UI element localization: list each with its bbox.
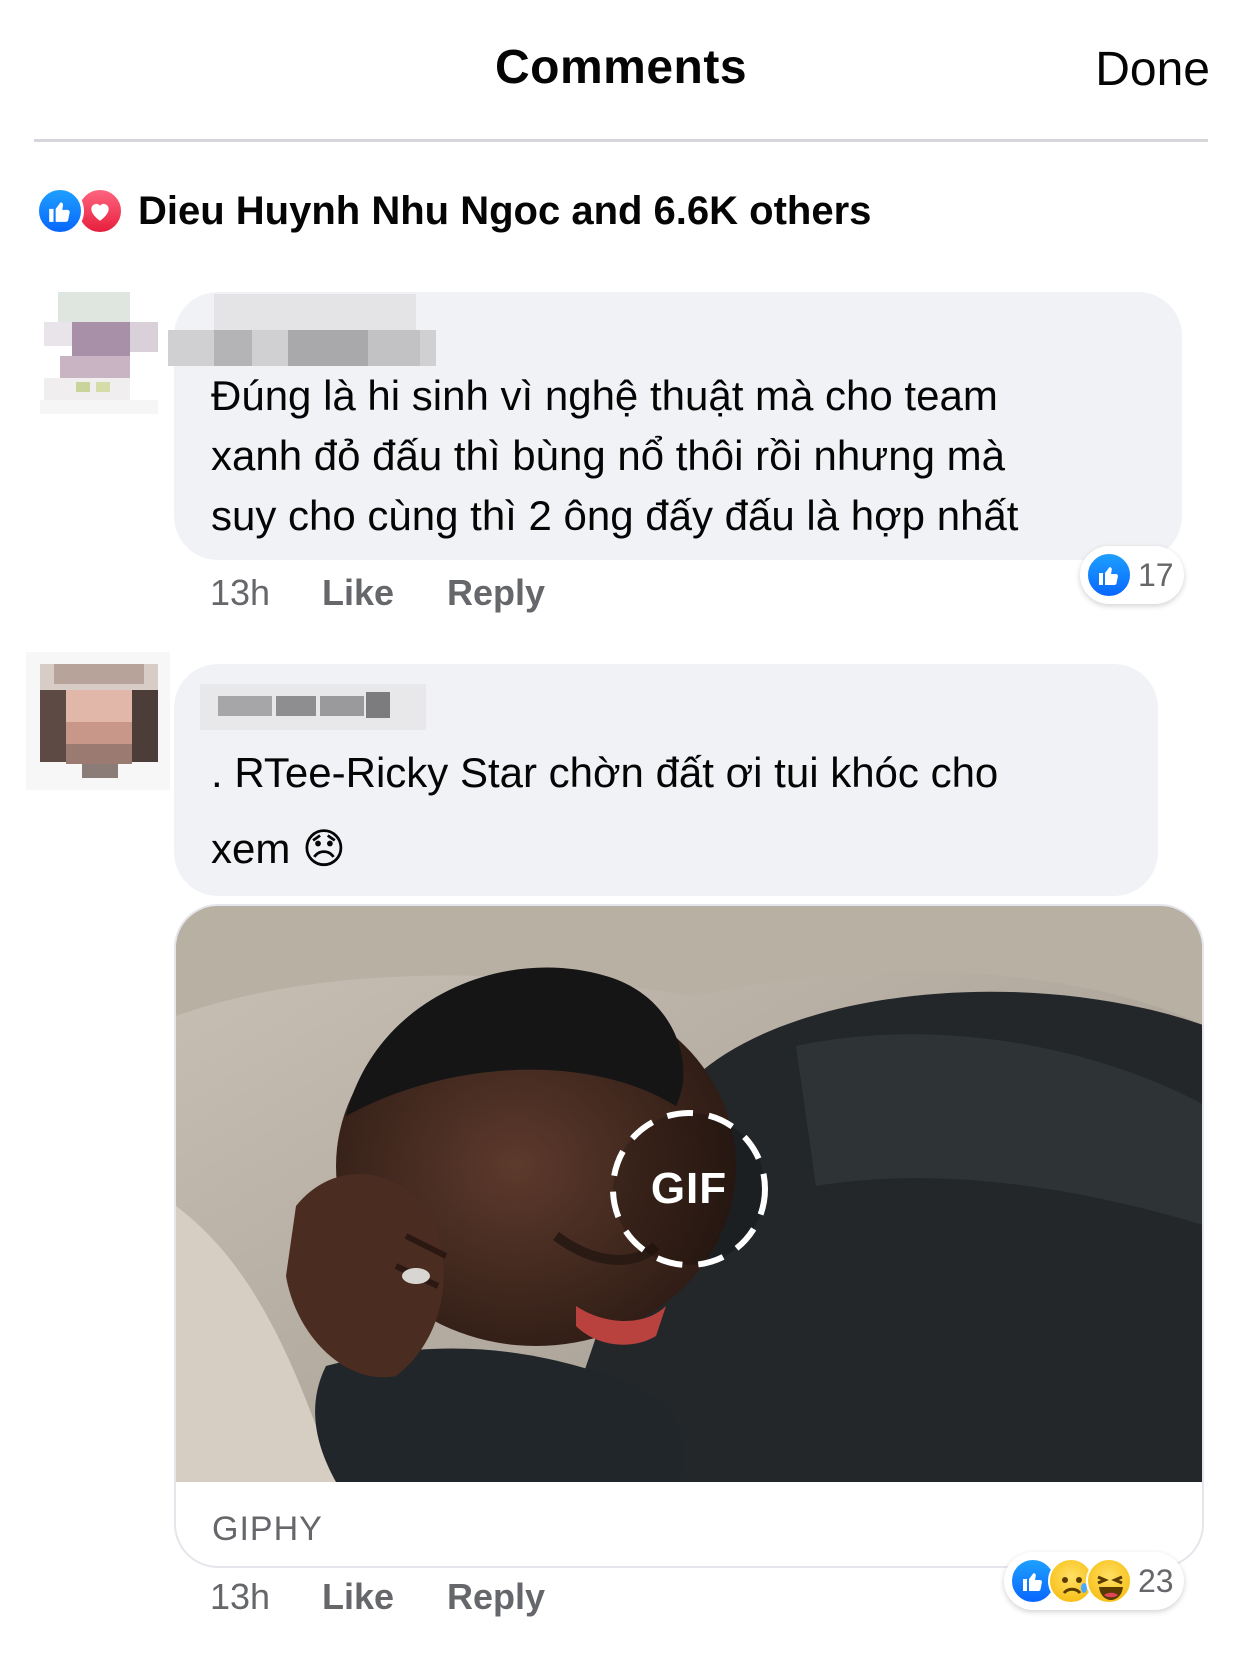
comment-actions: 13h Like Reply xyxy=(210,572,545,614)
comment-text: Đúng là hi sinh vì nghệ thuật mà cho tea… xyxy=(211,366,1171,546)
reply-button[interactable]: Reply xyxy=(447,1576,545,1618)
comment-time: 13h xyxy=(210,572,271,613)
reactions-summary[interactable]: Dieu Huynh Nhu Ngoc and 6.6K others xyxy=(36,186,871,236)
commenter-name[interactable] xyxy=(200,682,426,739)
like-icon xyxy=(1086,552,1132,598)
done-button[interactable]: Done xyxy=(1095,42,1210,97)
reaction-count[interactable]: 23 xyxy=(1004,1552,1184,1610)
comment-line: xem 😞 xyxy=(211,825,346,872)
reply-button[interactable]: Reply xyxy=(447,572,545,614)
comment-line: . RTee-Ricky Star chờn đất ơi tui khóc c… xyxy=(211,749,999,796)
avatar[interactable] xyxy=(26,652,170,790)
page-title: Comments xyxy=(494,41,748,94)
reactions-summary-text: Dieu Huynh Nhu Ngoc and 6.6K others xyxy=(138,188,872,233)
gif-source[interactable]: GIPHY xyxy=(212,1510,323,1549)
like-button[interactable]: Like xyxy=(322,572,447,614)
reaction-count[interactable]: 17 xyxy=(1080,546,1184,604)
comment-time: 13h xyxy=(210,1576,271,1617)
comment-actions: 13h Like Reply xyxy=(210,1576,545,1618)
comment-line: xanh đỏ đấu thì bùng nổ thôi rồi nhưng m… xyxy=(211,432,1006,479)
header-divider xyxy=(34,139,1208,142)
gif-attachment[interactable]: GIF GIPHY xyxy=(174,904,1204,1568)
comment-line: suy cho cùng thì 2 ông đấy đấu là hợp nh… xyxy=(211,492,1019,539)
like-button[interactable]: Like xyxy=(322,1576,447,1618)
haha-icon xyxy=(1086,1558,1132,1604)
like-icon xyxy=(36,187,84,235)
gif-image[interactable]: GIF xyxy=(176,906,1202,1482)
comments-header: Comments Done xyxy=(0,0,1242,142)
comment-line: Đúng là hi sinh vì nghệ thuật mà cho tea… xyxy=(211,372,998,419)
reaction-count-number: 23 xyxy=(1138,1562,1174,1599)
reaction-count-number: 17 xyxy=(1138,556,1174,593)
avatar[interactable] xyxy=(40,292,170,422)
comment-text: . RTee-Ricky Star chờn đất ơi tui khóc c… xyxy=(211,735,1151,887)
gif-play-badge[interactable]: GIF xyxy=(606,1106,772,1272)
commenter-name[interactable] xyxy=(168,294,438,375)
gif-label: GIF xyxy=(650,1164,728,1213)
